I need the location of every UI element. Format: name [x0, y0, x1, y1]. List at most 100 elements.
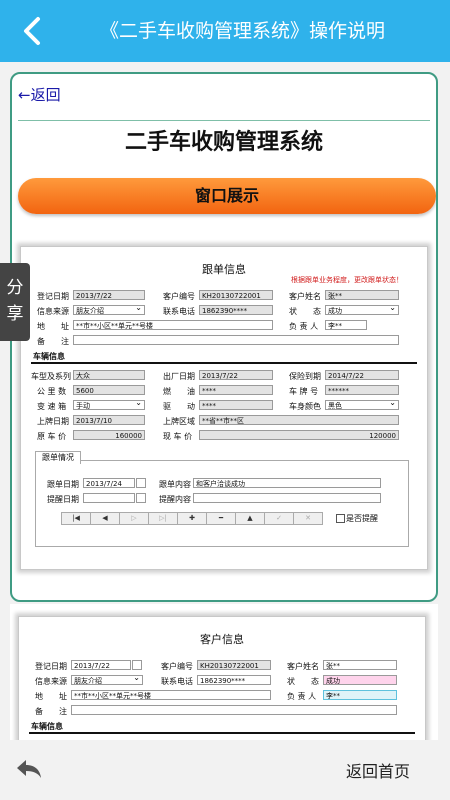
date-spinner: [136, 478, 146, 488]
label: 客户姓名: [287, 662, 319, 671]
reg-date-field: 2013/7/22: [71, 660, 131, 670]
nav-prev-button: ◀: [90, 512, 120, 525]
gearbox-select: 手动: [73, 400, 145, 410]
label: 原 车 价: [37, 432, 67, 441]
info-source-select: 朋友介绍: [71, 675, 143, 685]
factory-date-field: 2013/7/22: [199, 370, 273, 380]
label: 提醒内容: [159, 495, 191, 504]
label: 负 责 人: [289, 322, 319, 331]
label: 备 注: [37, 337, 69, 346]
label: 负 责 人: [287, 692, 317, 701]
reply-icon[interactable]: [14, 754, 44, 784]
status-select: 成功: [325, 305, 399, 315]
label: 上牌区域: [163, 417, 195, 426]
share-label: 分享: [6, 278, 24, 324]
cust-name-field: 张**: [323, 660, 397, 670]
form-title: 客户信息: [200, 633, 244, 646]
drive-field: ****: [199, 400, 273, 410]
phone-field: 1862390****: [199, 305, 273, 315]
label: 现 车 价: [163, 432, 193, 441]
follow-content-field: 和客户洽谈成功: [193, 478, 381, 488]
label: 燃 油: [163, 387, 195, 396]
article-card-continued: 客户信息 登记日期 2013/7/22 客户编号 KH20130722001 客…: [10, 604, 438, 758]
nav-save-button: ✓: [264, 512, 294, 525]
model-field: 大众: [73, 370, 145, 380]
fuel-field: ****: [199, 385, 273, 395]
return-home-button[interactable]: 返回首页: [346, 758, 410, 782]
vehicle-section-label: 车辆信息: [33, 352, 65, 361]
reg-date-field: 2013/7/22: [73, 290, 145, 300]
label: 状 态: [289, 307, 321, 316]
label: 客户编号: [161, 662, 193, 671]
color-select: 黑色: [325, 400, 399, 410]
phone-field: 1862390****: [197, 675, 271, 685]
label: 登记日期: [37, 292, 69, 301]
divider: [31, 362, 417, 364]
owner-field: 李**: [325, 320, 367, 330]
article-card: ←返回 二手车收购管理系统 窗口展示 跟单信息 根据跟单业务程度，更改跟单状态！…: [10, 72, 438, 602]
follow-form-screenshot: 跟单信息 根据跟单业务程度，更改跟单状态！ 登记日期 2013/7/22 客户编…: [20, 246, 428, 570]
nav-last-button: ▷|: [148, 512, 178, 525]
label: 出厂日期: [163, 372, 195, 381]
nav-add-button: ✚: [177, 512, 207, 525]
label: 是否提醒: [346, 514, 378, 523]
label: 地 址: [35, 692, 67, 701]
label: 车 牌 号: [289, 387, 319, 396]
nav-edit-button: ▲: [235, 512, 265, 525]
top-bar: 《二手车收购管理系统》操作说明: [0, 0, 450, 62]
label: 公 里 数: [37, 387, 67, 396]
cur-price-field: 120000: [199, 430, 399, 440]
plate-area-field: **省**市**区: [199, 415, 399, 425]
return-link[interactable]: ←返回: [18, 84, 61, 105]
address-field: **市**小区**单元**号楼: [71, 690, 271, 700]
article-title: 二手车收购管理系统: [124, 130, 323, 155]
nav-next-button: ▷: [119, 512, 149, 525]
nav-delete-button: ━: [206, 512, 236, 525]
address-field: **市**小区**单元**号楼: [73, 320, 273, 330]
hint-text: 根据跟单业务程度，更改跟单状态！: [291, 276, 403, 284]
remind-date-field: [83, 493, 135, 503]
divider: [29, 732, 415, 734]
label: 保险到期: [289, 372, 321, 381]
chevron-left-icon[interactable]: [16, 14, 50, 48]
customer-form-screenshot: 客户信息 登记日期 2013/7/22 客户编号 KH20130722001 客…: [18, 616, 426, 758]
follow-tab: 跟单情况: [35, 451, 81, 464]
remind-content-field: [193, 493, 381, 503]
owner-field: 李**: [323, 690, 397, 700]
window-display-button[interactable]: 窗口展示: [18, 178, 436, 214]
label: 地 址: [37, 322, 69, 331]
info-source-select: 朋友介绍: [73, 305, 145, 315]
label: 跟单日期: [47, 480, 79, 489]
label: 客户编号: [163, 292, 195, 301]
label: 提醒日期: [47, 495, 79, 504]
cust-no-field: KH20130722001: [197, 660, 271, 670]
vehicle-section-label: 车辆信息: [31, 722, 63, 731]
date-spinner: [136, 493, 146, 503]
label: 登记日期: [35, 662, 67, 671]
label: 备 注: [35, 707, 67, 716]
bottom-bar: 返回首页: [0, 740, 450, 800]
date-spinner: [132, 660, 142, 670]
label: 车型及系列: [31, 372, 71, 381]
label: 联系电话: [163, 307, 195, 316]
cust-no-field: KH20130722001: [199, 290, 273, 300]
cust-name-field: 张**: [325, 290, 399, 300]
divider: [18, 120, 430, 121]
label: 上牌日期: [37, 417, 69, 426]
plate-date-field: 2013/7/10: [73, 415, 145, 425]
remark-field: [71, 705, 397, 715]
label: 驱 动: [163, 402, 195, 411]
label: 车身颜色: [289, 402, 321, 411]
follow-date-field: 2013/7/24: [83, 478, 135, 488]
plate-field: ******: [325, 385, 399, 395]
mileage-field: 5600: [73, 385, 145, 395]
share-button[interactable]: 分享: [0, 263, 30, 341]
status-field: 成功: [323, 675, 397, 685]
label: 状 态: [287, 677, 319, 686]
insure-date-field: 2014/7/22: [325, 370, 399, 380]
label: 联系电话: [161, 677, 193, 686]
label: 信息来源: [37, 307, 69, 316]
remind-checkbox: [336, 514, 345, 523]
label: 变 速 箱: [37, 402, 67, 411]
nav-cancel-button: ✕: [293, 512, 323, 525]
